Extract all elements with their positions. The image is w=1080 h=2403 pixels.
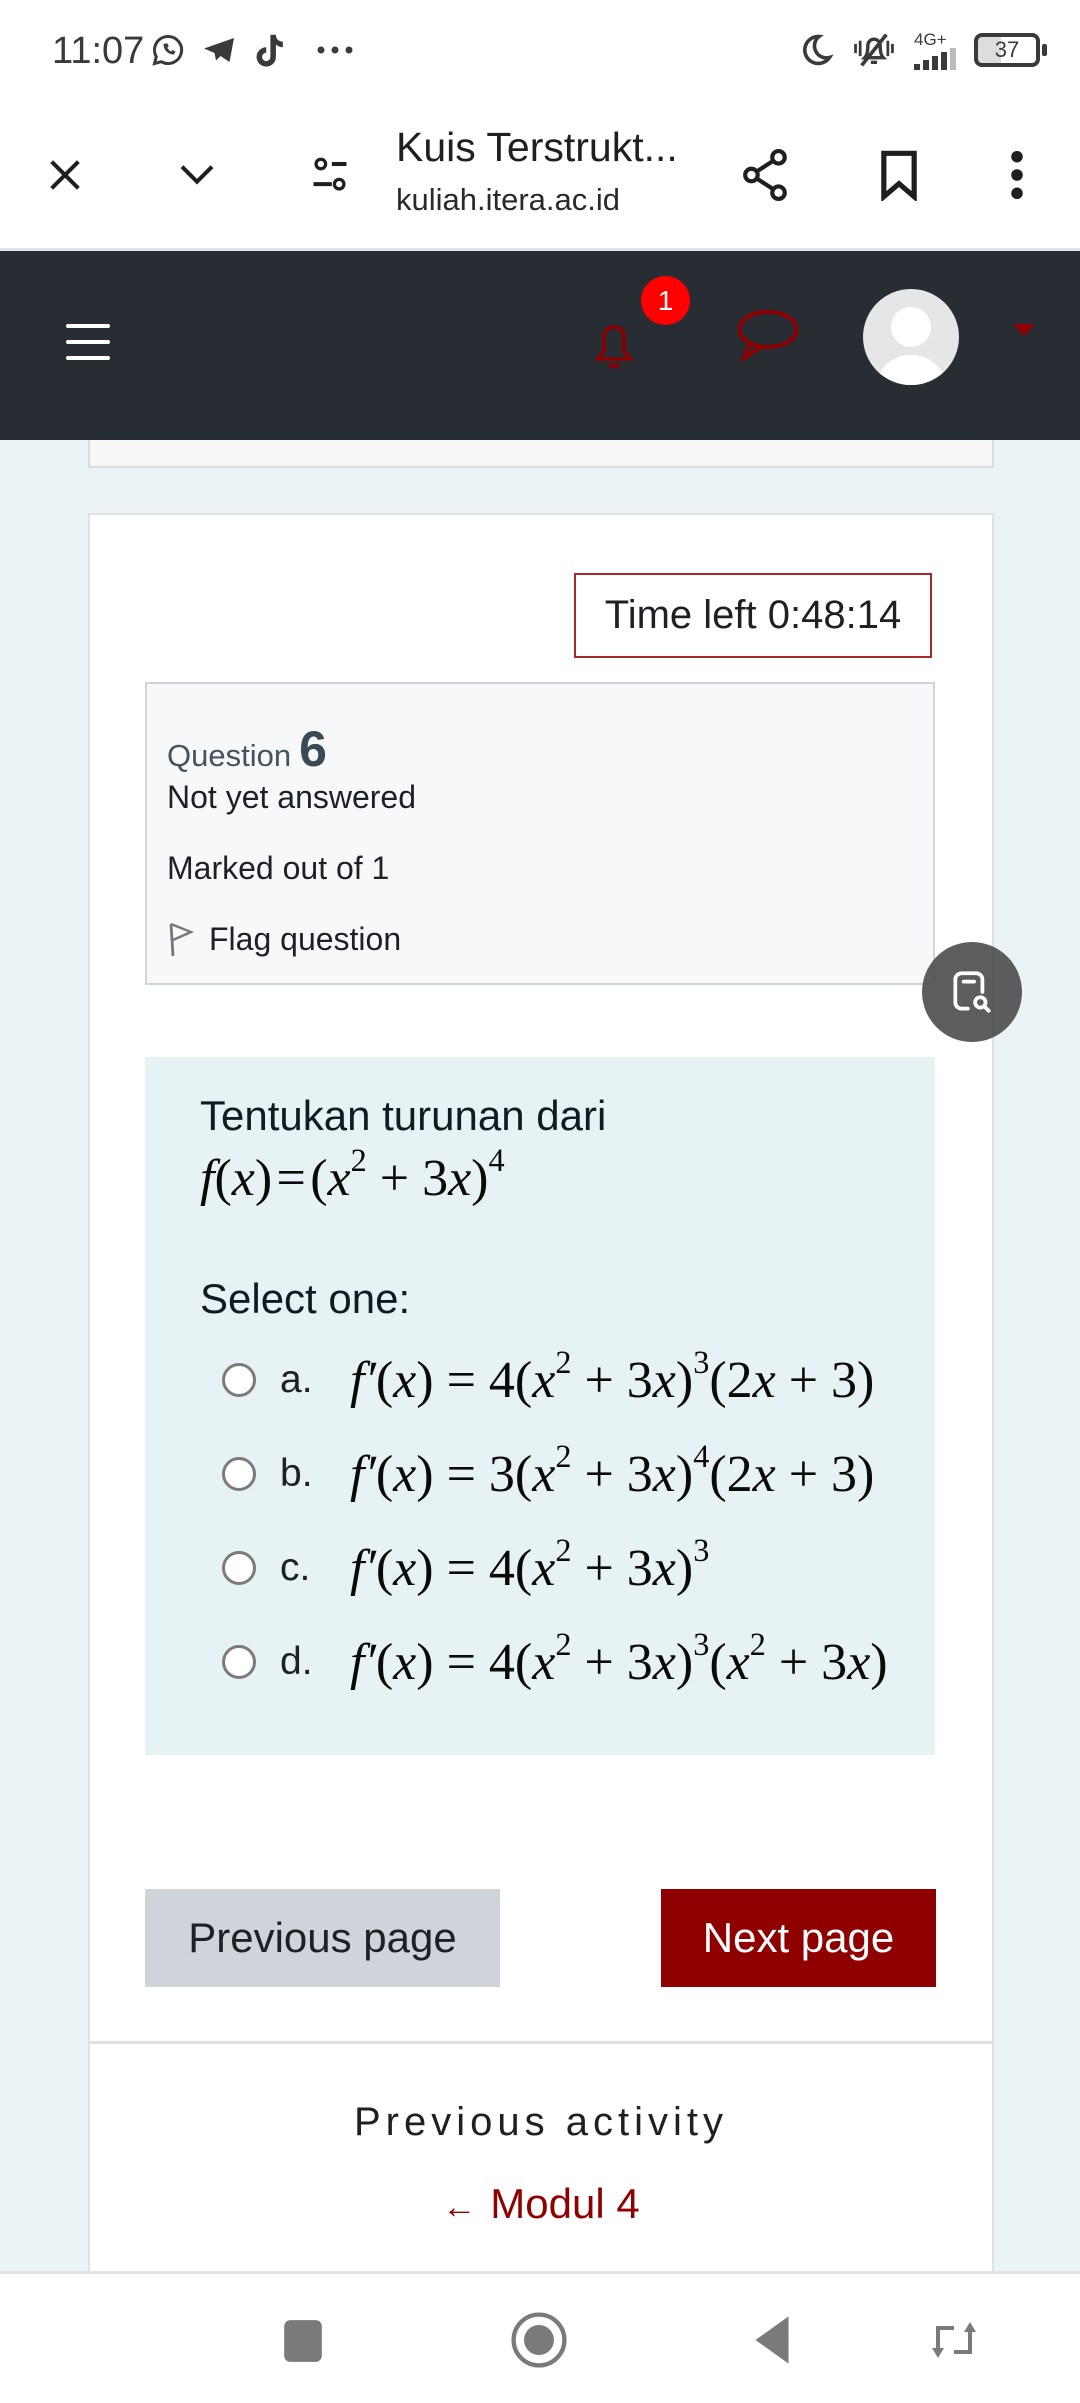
question-state: Not yet answered <box>167 779 417 815</box>
radio-button[interactable] <box>222 1457 256 1491</box>
answer-option-c[interactable]: c. f′(x) = 4(x² + 3x)³f′(x) = 4(x2 + 3x)… <box>222 1528 709 1608</box>
radio-button[interactable] <box>222 1363 256 1397</box>
question-number-heading: Question 6 <box>167 721 327 777</box>
radio-button[interactable] <box>222 1551 256 1585</box>
messages-chat-icon[interactable] <box>735 306 801 366</box>
answer-option-b[interactable]: b. f′(x) = 3(x² + 3x)⁴(2x + 3)f′(x) = 3(… <box>222 1434 874 1514</box>
browser-toolbar: Kuis Terstrukt... kuliah.itera.ac.id <box>0 100 1080 251</box>
previous-activity-heading: Previous activity <box>354 2100 728 2144</box>
question-number: 6 <box>299 721 327 777</box>
answer-formula: f′(x) = 4(x² + 3x)³(2x + 3)f′(x) = 4(x2 … <box>350 1343 875 1409</box>
bookmark-button[interactable] <box>864 140 934 210</box>
close-tab-button[interactable] <box>30 140 100 210</box>
back-icon[interactable] <box>752 2314 792 2366</box>
system-navigation-bar <box>0 2271 1080 2403</box>
radio-button[interactable] <box>222 1645 256 1679</box>
screen-search-floating-button[interactable] <box>922 942 1022 1042</box>
question-info-box: Question 6 Not yet answered Marked out of… <box>145 682 935 985</box>
answer-formula: f′(x) = 4(x² + 3x)³f′(x) = 4(x2 + 3x)3 <box>350 1531 710 1597</box>
share-icon <box>743 148 787 202</box>
signal-4g-plus-icon: 4G+ <box>914 31 956 70</box>
switch-rotate-icon[interactable] <box>930 2320 978 2360</box>
flag-question-link[interactable]: Flag question <box>167 921 401 958</box>
tiktok-icon <box>256 34 283 67</box>
next-page-button[interactable]: Next page <box>661 1889 936 1987</box>
arrow-left-icon: ← <box>442 2188 477 2226</box>
close-icon <box>50 160 80 190</box>
user-silhouette-icon <box>877 307 945 385</box>
chevron-down-icon <box>180 165 214 185</box>
bookmark-icon <box>881 150 917 201</box>
home-icon[interactable] <box>510 2311 568 2369</box>
section-divider <box>90 2041 992 2044</box>
user-menu-caret-icon[interactable] <box>1013 324 1035 336</box>
question-prompt: Tentukan turunan dari <box>200 1092 607 1139</box>
system-status-icons: 4G+ 37 <box>798 28 1047 72</box>
question-marks: Marked out of 1 <box>167 850 390 886</box>
recent-apps-icon[interactable] <box>282 2318 324 2364</box>
answer-option-d[interactable]: d. f′(x) = 4(x² + 3x)³(x² + 3x)f′(x) = 4… <box>222 1622 888 1702</box>
more-options-button[interactable] <box>982 140 1052 210</box>
telegram-icon <box>204 38 234 62</box>
previous-card-bottom <box>88 440 994 468</box>
notification-count-badge: 1 <box>641 276 690 325</box>
whatsapp-icon <box>152 34 184 66</box>
menu-button[interactable] <box>66 316 110 376</box>
quiz-timer: Time left 0:48:14 <box>574 573 932 658</box>
question-formula: f(x) = (x2 + 3x)4 f(x) = (x² + 3x)⁴ <box>200 1141 505 1207</box>
more-dots-icon <box>317 46 353 54</box>
status-bar: 11:07 4G+ 37 <box>0 0 1080 100</box>
answer-formula: f′(x) = 3(x² + 3x)⁴(2x + 3)f′(x) = 3(x2 … <box>350 1437 875 1503</box>
answer-formula: f′(x) = 4(x² + 3x)³(x² + 3x)f′(x) = 4(x2… <box>350 1625 888 1691</box>
share-button[interactable] <box>731 140 801 210</box>
page-title[interactable]: Kuis Terstrukt... <box>396 124 678 171</box>
do-not-disturb-moon-icon <box>803 34 834 66</box>
select-one-label: Select one: <box>200 1275 411 1322</box>
more-vert-icon <box>1011 150 1023 200</box>
collapse-button[interactable] <box>162 140 232 210</box>
hamburger-icon-line <box>66 324 110 328</box>
site-navbar: 1 <box>0 251 1080 440</box>
previous-page-button[interactable]: Previous page <box>145 1889 500 1987</box>
answer-option-a[interactable]: a. f′(x) = 4(x² + 3x)³(2x + 3)f′(x) = 4(… <box>222 1340 874 1420</box>
tune-settings-icon <box>313 157 347 191</box>
question-content: Tentukan turunan dari f(x) = (x2 + 3x)4 … <box>145 1057 935 1755</box>
vibrate-muted-icon <box>854 33 894 67</box>
user-avatar[interactable] <box>863 289 959 385</box>
page-url[interactable]: kuliah.itera.ac.id <box>396 182 620 218</box>
clock: 11:07 <box>52 30 145 72</box>
notification-bell-icon[interactable] <box>590 321 638 377</box>
site-settings-button[interactable] <box>295 140 365 210</box>
flag-icon <box>169 922 195 956</box>
previous-activity-link[interactable]: ← Modul 4 <box>90 2180 992 2228</box>
battery-icon: 37 <box>974 33 1047 67</box>
screen-search-icon <box>953 971 991 1013</box>
